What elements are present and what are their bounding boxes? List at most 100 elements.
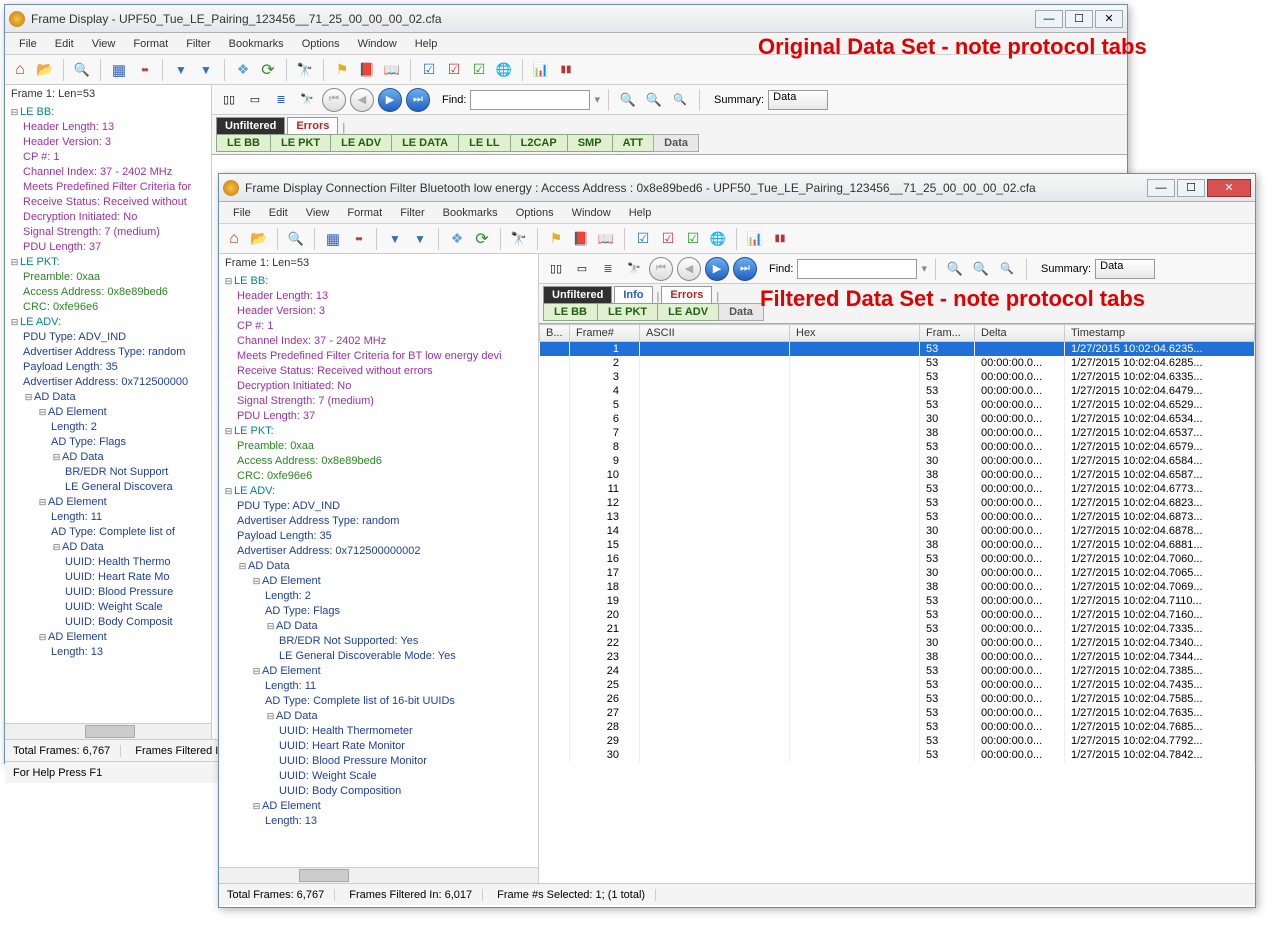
tree-node[interactable]: Payload Length: 35 xyxy=(237,530,332,542)
menu-file[interactable]: File xyxy=(11,36,45,52)
tree-node[interactable]: Signal Strength: 7 (medium) xyxy=(23,226,160,238)
globe-icon[interactable] xyxy=(707,228,729,250)
open-icon[interactable] xyxy=(248,228,270,250)
col-header[interactable]: ASCII xyxy=(640,325,790,342)
menu-edit[interactable]: Edit xyxy=(261,205,296,221)
tree-branch[interactable]: AD Data xyxy=(248,560,290,572)
book1-icon[interactable] xyxy=(356,59,378,81)
menu-bookmarks[interactable]: Bookmarks xyxy=(221,36,292,52)
tree-node[interactable]: Access Address: 0x8e89bed6 xyxy=(23,286,168,298)
tree-expander[interactable]: ⊟ xyxy=(37,495,48,510)
tree-node[interactable]: Preamble: 0xaa xyxy=(23,271,100,283)
col-header[interactable]: Frame# xyxy=(570,325,640,342)
search-icon[interactable] xyxy=(285,228,307,250)
table-row[interactable]: 245300:00:00.0...1/27/2015 10:02:04.7385… xyxy=(540,664,1255,678)
tree-branch[interactable]: LE BB: xyxy=(20,106,54,118)
col-header[interactable]: Timestamp xyxy=(1065,325,1255,342)
summary-select[interactable]: Data xyxy=(768,90,828,110)
tree-node[interactable]: Signal Strength: 7 (medium) xyxy=(237,395,374,407)
layers-icon[interactable] xyxy=(232,59,254,81)
cols-icon[interactable] xyxy=(322,228,344,250)
tree-branch[interactable]: AD Element xyxy=(262,575,321,587)
close-button[interactable]: ✕ xyxy=(1095,10,1123,28)
layout-icon[interactable]: ▯▯ xyxy=(218,89,240,111)
menu-filter[interactable]: Filter xyxy=(392,205,432,221)
table-row[interactable]: 35300:00:00.0...1/27/2015 10:02:04.6335.… xyxy=(540,370,1255,384)
nav-last-button[interactable]: ⏭ xyxy=(733,257,757,281)
tree-node[interactable]: Length: 13 xyxy=(51,646,103,658)
tree-branch[interactable]: AD Element xyxy=(48,496,107,508)
tree-expander[interactable]: ⊟ xyxy=(37,405,48,420)
tree-expander[interactable]: ⊟ xyxy=(51,450,62,465)
tree-expander[interactable]: ⊟ xyxy=(51,540,62,555)
tab-errors[interactable]: Errors xyxy=(661,286,712,303)
menu-window[interactable]: Window xyxy=(564,205,619,221)
tree-node[interactable]: UUID: Body Composition xyxy=(279,785,401,797)
chk1-icon[interactable] xyxy=(418,59,440,81)
tree-node[interactable]: Receive Status: Received without errors xyxy=(237,365,433,377)
chk2-icon[interactable] xyxy=(443,59,465,81)
tree-node[interactable]: PDU Type: ADV_IND xyxy=(23,331,126,343)
pill-icon[interactable] xyxy=(347,228,369,250)
nav-first-button[interactable]: ⏮ xyxy=(322,88,346,112)
tree-expander[interactable]: ⊟ xyxy=(223,274,234,289)
tree-expander[interactable]: ⊟ xyxy=(9,255,20,270)
table-row[interactable]: 115300:00:00.0...1/27/2015 10:02:04.6773… xyxy=(540,482,1255,496)
tree-node[interactable]: Length: 13 xyxy=(265,815,317,827)
tree-node[interactable]: UUID: Body Composit xyxy=(65,616,173,628)
menu-help[interactable]: Help xyxy=(621,205,660,221)
tree-branch[interactable]: LE BB: xyxy=(234,275,268,287)
tree-node[interactable]: CP #: 1 xyxy=(237,320,274,332)
protocol-tab-le-pkt[interactable]: LE PKT xyxy=(270,134,331,152)
tree-node[interactable]: CRC: 0xfe96e6 xyxy=(23,301,98,313)
tree-node[interactable]: CRC: 0xfe96e6 xyxy=(237,470,312,482)
tree-node[interactable]: LE General Discoverable Mode: Yes xyxy=(279,650,456,662)
tree-expander[interactable]: ⊟ xyxy=(223,424,234,439)
tree-branch[interactable]: AD Data xyxy=(276,710,318,722)
table-row[interactable]: 255300:00:00.0...1/27/2015 10:02:04.7435… xyxy=(540,678,1255,692)
search-prev-icon[interactable] xyxy=(643,89,665,111)
binoc-icon[interactable] xyxy=(294,59,316,81)
protocol-tab-le-bb[interactable]: LE BB xyxy=(543,303,598,321)
find-input[interactable] xyxy=(470,90,590,110)
tree-branch[interactable]: AD Data xyxy=(62,451,104,463)
frame-grid[interactable]: B...Frame#ASCIIHexFram...DeltaTimestamp1… xyxy=(539,324,1255,883)
table-row[interactable]: 45300:00:00.0...1/27/2015 10:02:04.6479.… xyxy=(540,384,1255,398)
maximize-button[interactable]: ☐ xyxy=(1177,179,1205,197)
tree-node[interactable]: Access Address: 0x8e89bed6 xyxy=(237,455,382,467)
table-row[interactable]: 55300:00:00.0...1/27/2015 10:02:04.6529.… xyxy=(540,398,1255,412)
table-row[interactable]: 295300:00:00.0...1/27/2015 10:02:04.7792… xyxy=(540,734,1255,748)
home-icon[interactable] xyxy=(223,228,245,250)
binoc-go-icon[interactable]: 🔭 xyxy=(296,89,318,111)
protocol-tab-le-data[interactable]: LE DATA xyxy=(391,134,459,152)
tree-node[interactable]: Header Version: 3 xyxy=(23,136,111,148)
tree-branch[interactable]: AD Element xyxy=(262,800,321,812)
tree-node[interactable]: Decryption Initiated: No xyxy=(237,380,351,392)
tab-errors[interactable]: Errors xyxy=(287,117,338,134)
tree-node[interactable]: UUID: Weight Scale xyxy=(65,601,163,613)
nav-first-button[interactable]: ⏮ xyxy=(649,257,673,281)
protocol-tab-l2cap[interactable]: L2CAP xyxy=(510,134,568,152)
tree-node[interactable]: UUID: Weight Scale xyxy=(279,770,377,782)
table-row[interactable]: 135300:00:00.0...1/27/2015 10:02:04.6873… xyxy=(540,510,1255,524)
tree-node[interactable]: PDU Length: 37 xyxy=(23,241,101,253)
col-header[interactable]: Fram... xyxy=(920,325,975,342)
tree-node[interactable]: Decryption Initiated: No xyxy=(23,211,137,223)
tree-expander[interactable]: ⊟ xyxy=(9,315,20,330)
bar2-icon[interactable] xyxy=(769,228,791,250)
funnel-icon[interactable] xyxy=(170,59,192,81)
tree-expander[interactable]: ⊟ xyxy=(251,799,262,814)
chk3-icon[interactable] xyxy=(682,228,704,250)
protocol-tab-le-pkt[interactable]: LE PKT xyxy=(597,303,658,321)
protocol-tab-att[interactable]: ATT xyxy=(612,134,655,152)
tree-node[interactable]: Meets Predefined Filter Criteria for BT … xyxy=(237,350,502,362)
tab-info[interactable]: Info xyxy=(614,286,652,303)
protocol-tab-le-ll[interactable]: LE LL xyxy=(458,134,511,152)
tree-node[interactable]: LE General Discovera xyxy=(65,481,173,493)
menu-edit[interactable]: Edit xyxy=(47,36,82,52)
table-row[interactable]: 183800:00:00.0...1/27/2015 10:02:04.7069… xyxy=(540,580,1255,594)
nav-last-button[interactable]: ⏭ xyxy=(406,88,430,112)
tree-node[interactable]: AD Type: Complete list of xyxy=(51,526,175,538)
tree-node[interactable]: Advertiser Address Type: random xyxy=(237,515,399,527)
col-header[interactable]: Delta xyxy=(975,325,1065,342)
